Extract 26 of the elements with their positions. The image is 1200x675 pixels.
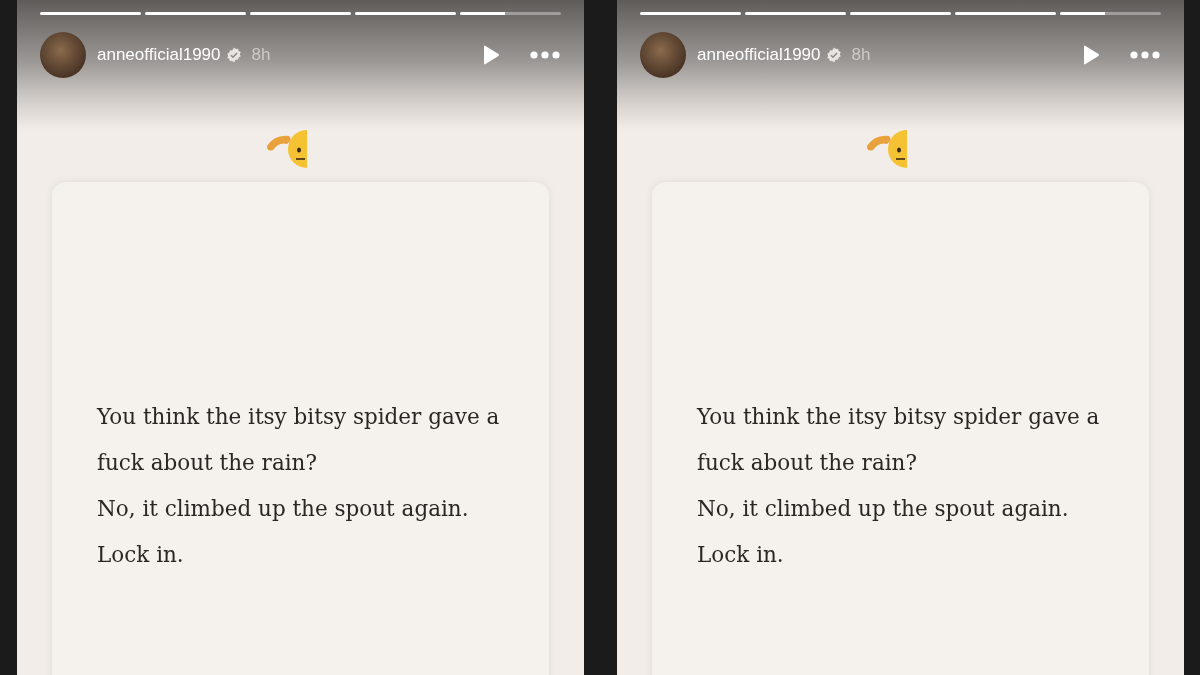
story-text: fuck about the rain? <box>97 449 318 477</box>
story-text: No, it climbed up the spout again. <box>697 495 1070 523</box>
username[interactable]: anneofficial1990 <box>97 45 221 65</box>
play-button[interactable] <box>482 45 500 65</box>
story-text: You think the itsy bitsy spider gave a <box>697 403 1101 431</box>
saluting-face-emoji-icon <box>264 128 309 170</box>
verified-badge-icon <box>825 47 842 63</box>
play-icon <box>482 45 500 65</box>
story-text: Lock in. <box>697 541 785 569</box>
username[interactable]: anneofficial1990 <box>697 45 821 65</box>
verified-badge-icon <box>225 47 242 63</box>
avatar[interactable] <box>640 32 686 78</box>
story-text: Lock in. <box>97 541 185 569</box>
more-options-button[interactable] <box>530 51 560 59</box>
play-icon <box>1082 45 1100 65</box>
story-text: You think the itsy bitsy spider gave a <box>97 403 501 431</box>
saluting-face-emoji-icon <box>864 128 909 170</box>
play-button[interactable] <box>1082 45 1100 65</box>
story-text: No, it climbed up the spout again. <box>97 495 470 523</box>
post-time: 8h <box>851 45 871 65</box>
more-icon <box>530 51 560 59</box>
more-options-button[interactable] <box>1130 51 1160 59</box>
avatar[interactable] <box>40 32 86 78</box>
post-time: 8h <box>251 45 271 65</box>
story-text: fuck about the rain? <box>697 449 918 477</box>
more-icon <box>1130 51 1160 59</box>
